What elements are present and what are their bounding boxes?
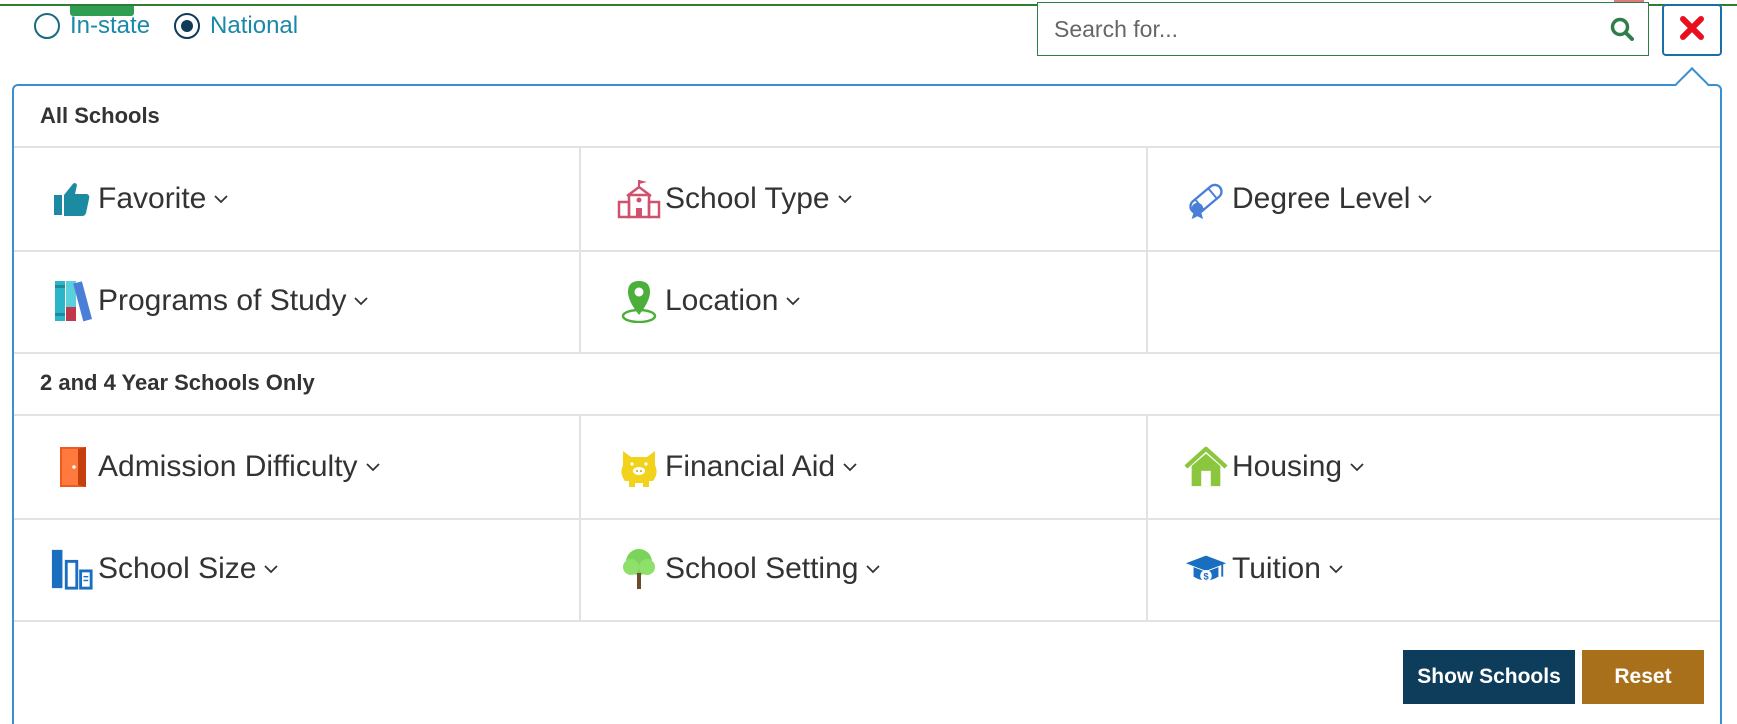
chevron-down-icon	[214, 192, 229, 206]
section-2-and-4-year: 2 and 4 Year Schools Only	[14, 352, 1720, 416]
filter-housing[interactable]: Housing	[1148, 416, 1720, 518]
filter-favorite[interactable]: Favorite	[14, 148, 581, 250]
house-icon	[1184, 445, 1228, 489]
chevron-down-icon	[843, 460, 857, 474]
diploma-icon	[1184, 177, 1228, 221]
chevron-down-icon	[365, 460, 380, 474]
filter-school-size[interactable]: School Size	[14, 518, 581, 620]
filter-label: School Setting	[665, 552, 859, 585]
scope-radio-group: In-state National	[34, 12, 322, 40]
filter-row: Favorite School Type Degree Level	[14, 148, 1720, 252]
filter-label: Degree Level	[1232, 182, 1411, 215]
filter-label: Financial Aid	[665, 450, 836, 483]
section-all-schools: All Schools	[14, 86, 1720, 148]
door-icon	[50, 445, 94, 489]
filter-row: School Size School Setting $ Tuition	[14, 518, 1720, 622]
filter-admission-difficulty[interactable]: Admission Difficulty	[14, 416, 581, 518]
filter-programs-of-study[interactable]: Programs of Study	[14, 250, 581, 352]
radio-in-state-label: In-state	[70, 12, 151, 39]
filter-degree-level[interactable]: Degree Level	[1148, 148, 1720, 250]
radio-national[interactable]: National	[174, 12, 298, 40]
filter-location[interactable]: Location	[581, 250, 1148, 352]
chevron-down-icon	[837, 192, 852, 206]
search-box	[1037, 2, 1649, 56]
reset-button[interactable]: Reset	[1582, 650, 1704, 704]
filter-label: Programs of Study	[98, 284, 347, 317]
svg-text:$: $	[1203, 572, 1209, 583]
thumbs-up-icon	[50, 177, 94, 221]
filter-school-setting[interactable]: School Setting	[581, 518, 1148, 620]
filter-tuition[interactable]: $ Tuition	[1148, 518, 1720, 620]
filter-row: Admission Difficulty Financial Aid Housi…	[14, 416, 1720, 520]
filter-label: Admission Difficulty	[98, 450, 358, 483]
chevron-down-icon	[786, 294, 801, 308]
close-icon	[1679, 15, 1705, 46]
radio-national-label: National	[210, 12, 299, 39]
chevron-down-icon	[264, 562, 279, 576]
filter-label: Favorite	[98, 182, 207, 215]
filter-school-type[interactable]: School Type	[581, 148, 1148, 250]
books-icon	[50, 279, 94, 323]
search-input[interactable]	[1038, 3, 1602, 55]
size-bars-icon	[50, 547, 94, 591]
filter-financial-aid[interactable]: Financial Aid	[581, 416, 1148, 518]
chevron-down-icon	[354, 294, 369, 308]
chevron-down-icon	[1350, 460, 1364, 474]
map-pin-icon	[617, 279, 661, 323]
chevron-down-icon	[1418, 192, 1433, 206]
filter-panel: All Schools Favorite School Type Degree …	[12, 84, 1722, 724]
filter-label: School Size	[98, 552, 257, 585]
graduation-cap-dollar-icon: $	[1184, 547, 1228, 591]
radio-in-state[interactable]: In-state	[34, 12, 150, 40]
filter-row: Programs of Study Location	[14, 250, 1720, 354]
chevron-down-icon	[866, 562, 881, 576]
piggy-bank-icon	[617, 445, 661, 489]
filter-label: Location	[665, 284, 779, 317]
close-button[interactable]	[1662, 4, 1722, 56]
radio-in-state-circle[interactable]	[34, 13, 60, 39]
show-schools-button[interactable]: Show Schools	[1403, 650, 1575, 704]
chevron-down-icon	[1329, 562, 1343, 576]
radio-national-circle[interactable]	[174, 13, 201, 39]
filter-label: School Type	[665, 182, 830, 215]
tree-icon	[617, 547, 661, 591]
filter-label: Housing	[1232, 450, 1343, 483]
school-building-icon	[617, 177, 661, 221]
filter-empty-cell	[1148, 250, 1720, 352]
search-icon[interactable]	[1602, 9, 1642, 49]
filter-label: Tuition	[1232, 552, 1321, 585]
